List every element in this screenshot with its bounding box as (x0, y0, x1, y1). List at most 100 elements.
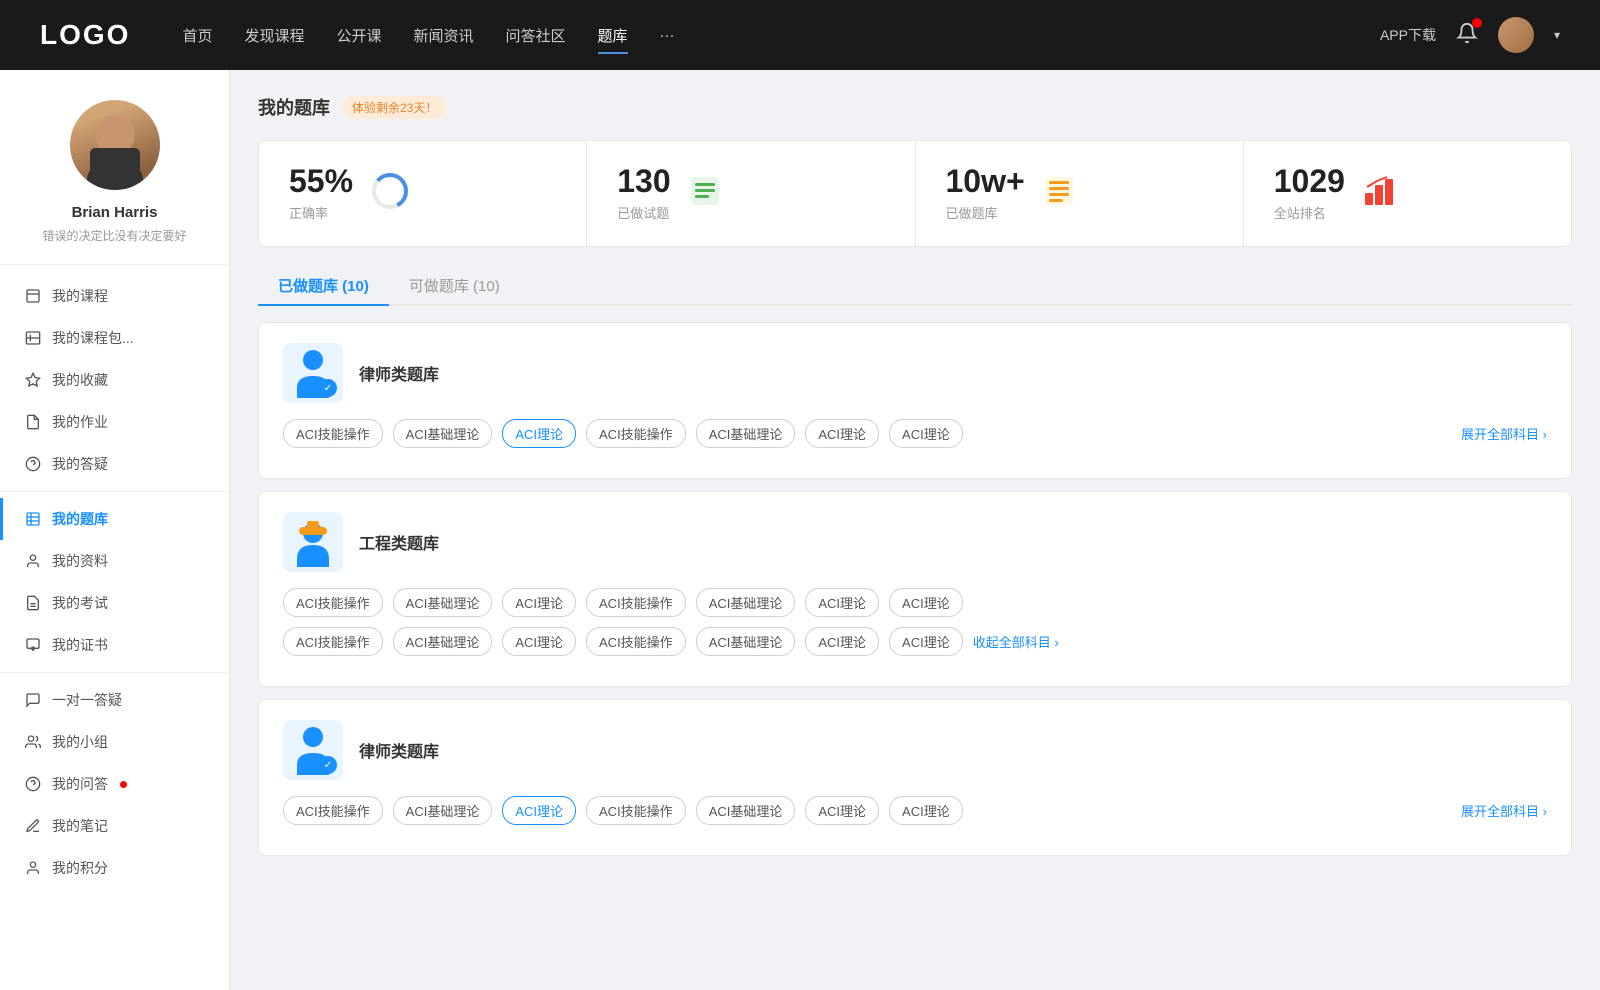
tag-2-r2-4[interactable]: ACI基础理论 (696, 627, 796, 656)
collect-icon (24, 371, 42, 389)
nav-right: APP下载 ▾ (1380, 17, 1560, 53)
sidebar-item-my-question[interactable]: 我的问答 (0, 763, 229, 805)
sidebar-label-my-answer: 我的答疑 (52, 454, 108, 474)
tag-3-0[interactable]: ACI技能操作 (283, 796, 383, 825)
expand-link-1[interactable]: 展开全部科目 › (1461, 424, 1547, 443)
collapse-link-2[interactable]: 收起全部科目 › (973, 632, 1059, 651)
sidebar-item-my-qbank[interactable]: 我的题库 (0, 498, 229, 540)
tag-2-0[interactable]: ACI技能操作 (283, 588, 383, 617)
stat-correct-rate: 55% 正确率 (259, 141, 587, 246)
tag-3-4[interactable]: ACI基础理论 (696, 796, 796, 825)
sidebar-item-my-exam[interactable]: 我的考试 (0, 582, 229, 624)
qbank-title-2: 工程类题库 (359, 530, 439, 554)
tag-2-r2-1[interactable]: ACI基础理论 (393, 627, 493, 656)
qbank-tags-3: ACI技能操作 ACI基础理论 ACI理论 ACI技能操作 ACI基础理论 AC… (283, 796, 1547, 825)
sidebar-item-my-note[interactable]: 我的笔记 (0, 805, 229, 847)
tag-2-5[interactable]: ACI理论 (805, 588, 879, 617)
tag-1-6[interactable]: ACI理论 (889, 419, 963, 448)
tag-2-r2-5[interactable]: ACI理论 (805, 627, 879, 656)
tag-3-5[interactable]: ACI理论 (805, 796, 879, 825)
question-red-dot (120, 781, 127, 788)
stat-label-banks: 已做题库 (946, 203, 1025, 222)
stat-done-questions: 130 已做试题 (587, 141, 915, 246)
tag-3-1[interactable]: ACI基础理论 (393, 796, 493, 825)
tag-2-2[interactable]: ACI理论 (502, 588, 576, 617)
tag-1-5[interactable]: ACI理论 (805, 419, 879, 448)
main-content: 我的题库 体验剩余23天！ 55% 正确率 (230, 70, 1600, 990)
exam-icon (24, 594, 42, 612)
tag-2-r2-3[interactable]: ACI技能操作 (586, 627, 686, 656)
tag-2-6[interactable]: ACI理论 (889, 588, 963, 617)
sidebar-item-my-homework[interactable]: 我的作业 (0, 401, 229, 443)
question-icon (24, 775, 42, 793)
tag-2-r2-2[interactable]: ACI理论 (502, 627, 576, 656)
sidebar-item-my-profile[interactable]: 我的资料 (0, 540, 229, 582)
sidebar-item-my-collect[interactable]: 我的收藏 (0, 359, 229, 401)
qbank-tags-2-row1: ACI技能操作 ACI基础理论 ACI理论 ACI技能操作 ACI基础理论 AC… (283, 588, 1547, 617)
sidebar-item-my-course[interactable]: 我的课程 (0, 275, 229, 317)
tab-available-banks[interactable]: 可做题库 (10) (389, 267, 520, 304)
tag-1-2[interactable]: ACI理论 (502, 419, 576, 448)
logo[interactable]: LOGO (40, 19, 130, 51)
sidebar-label-my-question: 我的问答 (52, 774, 108, 794)
qbank-card-3-header: ✓ 律师类题库 (283, 720, 1547, 780)
group-icon (24, 733, 42, 751)
app-download-link[interactable]: APP下载 (1380, 25, 1436, 45)
stat-number-done: 130 (617, 165, 670, 197)
tag-1-4[interactable]: ACI基础理论 (696, 419, 796, 448)
stats-row: 55% 正确率 130 已做试题 (258, 140, 1572, 247)
one-on-one-icon (24, 691, 42, 709)
qbank-card-2: 工程类题库 ACI技能操作 ACI基础理论 ACI理论 ACI技能操作 ACI基… (258, 491, 1572, 687)
qbank-icon (24, 510, 42, 528)
answer-icon (24, 455, 42, 473)
tag-2-r2-6[interactable]: ACI理论 (889, 627, 963, 656)
profile-motto: 错误的决定比没有决定要好 (42, 227, 186, 244)
tag-1-3[interactable]: ACI技能操作 (586, 419, 686, 448)
sidebar-item-one-on-one[interactable]: 一对一答疑 (0, 679, 229, 721)
page-layout: Brian Harris 错误的决定比没有决定要好 我的课程 我的课程包... (0, 70, 1600, 990)
sidebar-item-my-package[interactable]: 我的课程包... (0, 317, 229, 359)
sidebar-item-my-cert[interactable]: 我的证书 (0, 624, 229, 666)
stat-number-rank: 1029 (1274, 165, 1345, 197)
page-title: 我的题库 (258, 94, 330, 120)
qbank-icon-2 (283, 512, 343, 572)
sidebar-item-my-points[interactable]: 我的积分 (0, 847, 229, 889)
tag-1-0[interactable]: ACI技能操作 (283, 419, 383, 448)
sidebar-label-one-on-one: 一对一答疑 (52, 690, 122, 710)
qbank-card-1: ✓ 律师类题库 ACI技能操作 ACI基础理论 ACI理论 ACI技能操作 AC… (258, 322, 1572, 479)
tab-done-banks[interactable]: 已做题库 (10) (258, 267, 389, 304)
tag-2-3[interactable]: ACI技能操作 (586, 588, 686, 617)
nav-open-course[interactable]: 公开课 (336, 21, 381, 50)
nav-qa[interactable]: 问答社区 (506, 21, 566, 50)
tag-3-6[interactable]: ACI理论 (889, 796, 963, 825)
notification-bell[interactable] (1456, 22, 1478, 49)
tag-2-1[interactable]: ACI基础理论 (393, 588, 493, 617)
stat-info-banks: 10w+ 已做题库 (946, 165, 1025, 222)
stat-done-banks: 10w+ 已做题库 (916, 141, 1244, 246)
sidebar-item-my-group[interactable]: 我的小组 (0, 721, 229, 763)
user-menu-chevron[interactable]: ▾ (1554, 28, 1560, 42)
nav-more[interactable]: ··· (660, 23, 675, 48)
qbank-icon-3: ✓ (283, 720, 343, 780)
tag-3-2[interactable]: ACI理论 (502, 796, 576, 825)
qbank-card-3: ✓ 律师类题库 ACI技能操作 ACI基础理论 ACI理论 ACI技能操作 AC… (258, 699, 1572, 856)
nav-discover[interactable]: 发现课程 (244, 21, 304, 50)
qbank-tags-2-row2: ACI技能操作 ACI基础理论 ACI理论 ACI技能操作 ACI基础理论 AC… (283, 627, 1547, 656)
qbank-tags-1: ACI技能操作 ACI基础理论 ACI理论 ACI技能操作 ACI基础理论 AC… (283, 419, 1547, 448)
qbank-card-1-header: ✓ 律师类题库 (283, 343, 1547, 403)
nav-news[interactable]: 新闻资讯 (414, 21, 474, 50)
qbank-title-3: 律师类题库 (359, 738, 439, 762)
tag-1-1[interactable]: ACI基础理论 (393, 419, 493, 448)
nav-home[interactable]: 首页 (182, 21, 212, 50)
sidebar-item-my-answer[interactable]: 我的答疑 (0, 443, 229, 485)
nav-qbank[interactable]: 题库 (598, 21, 628, 50)
tag-3-3[interactable]: ACI技能操作 (586, 796, 686, 825)
user-avatar[interactable] (1498, 17, 1534, 53)
done-questions-icon (687, 173, 723, 214)
sidebar-label-my-profile: 我的资料 (52, 551, 108, 571)
tag-2-4[interactable]: ACI基础理论 (696, 588, 796, 617)
tag-2-r2-0[interactable]: ACI技能操作 (283, 627, 383, 656)
expand-link-3[interactable]: 展开全部科目 › (1461, 801, 1547, 820)
points-icon (24, 859, 42, 877)
package-icon (24, 329, 42, 347)
